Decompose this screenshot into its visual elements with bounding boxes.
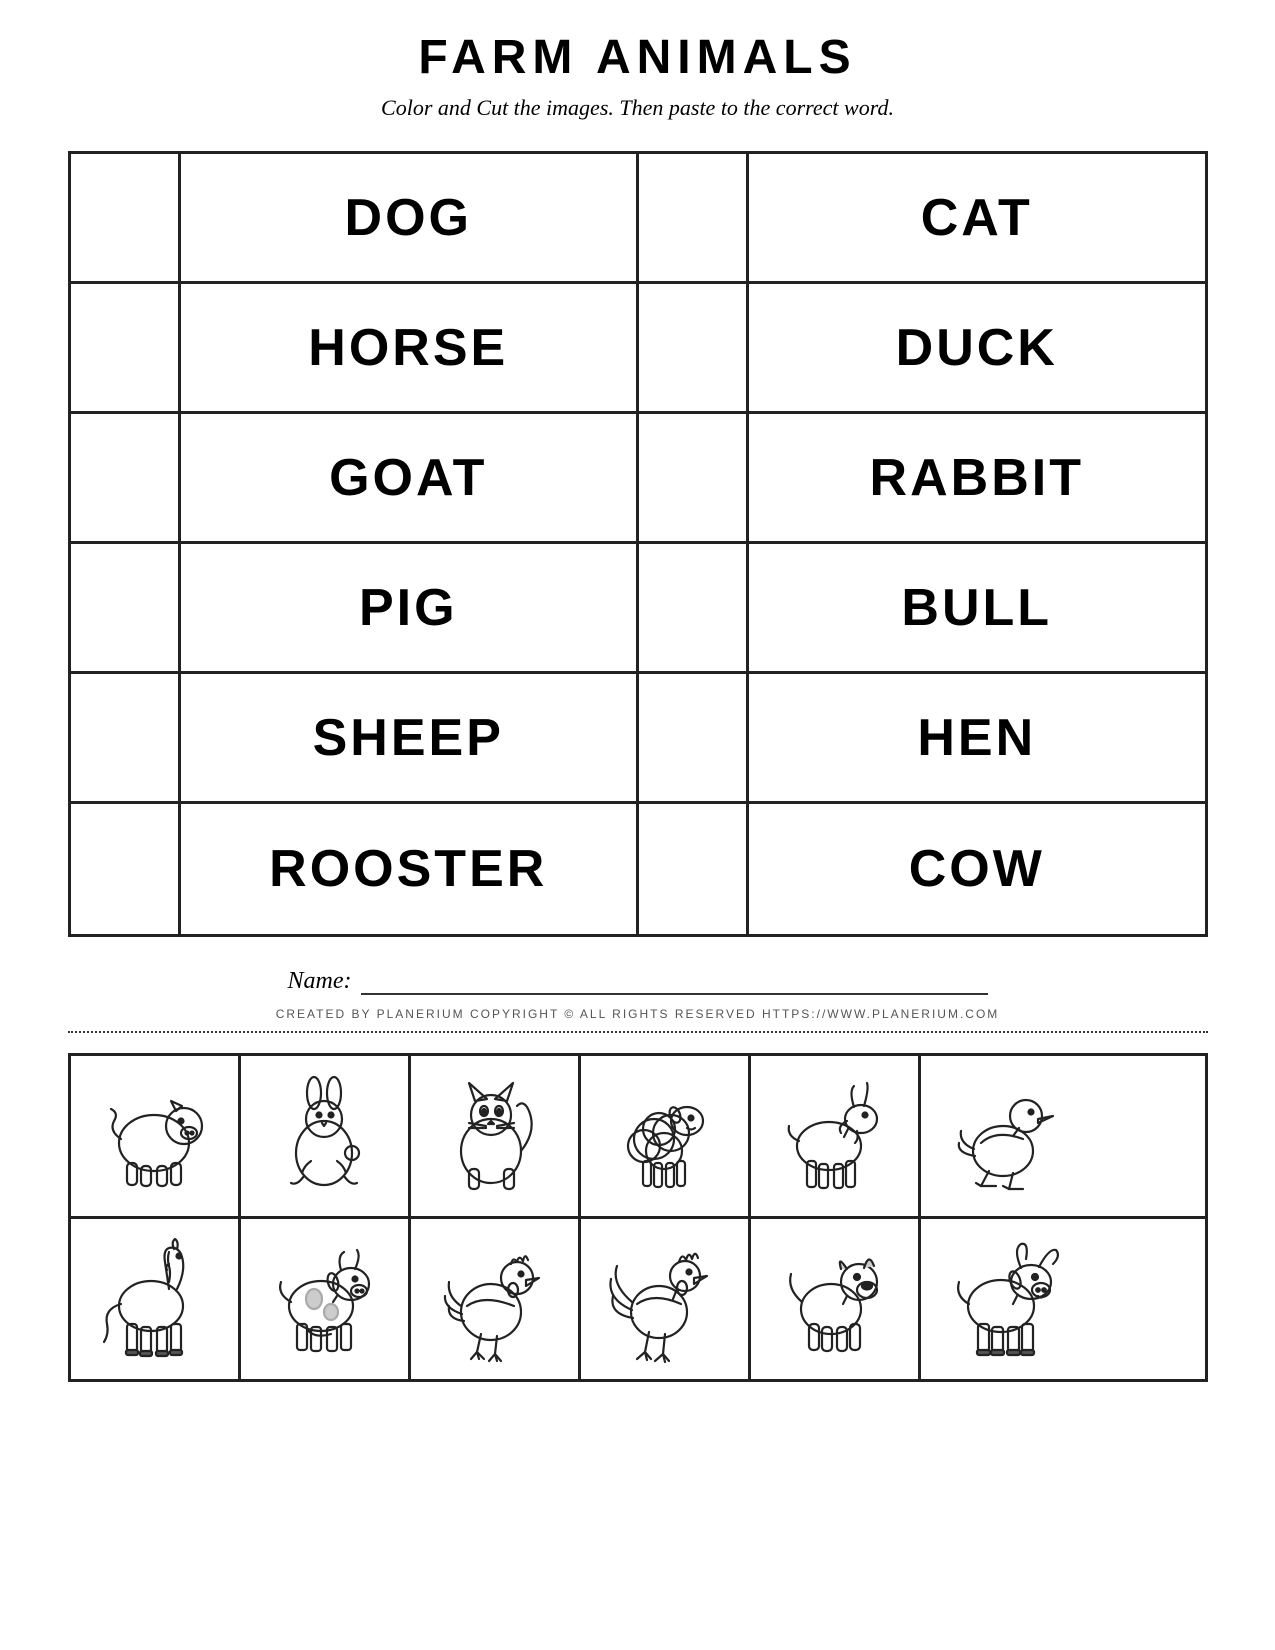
paste-box-hen xyxy=(639,674,749,801)
paste-box-rabbit xyxy=(639,414,749,541)
paste-box-goat xyxy=(71,414,181,541)
word-box-bull: BULL xyxy=(749,544,1205,671)
word-grid: DOG HORSE GOAT PIG SHEEP xyxy=(68,151,1208,937)
word-cat: CAT xyxy=(921,188,1033,248)
paste-box-dog xyxy=(71,154,181,281)
animal-rooster xyxy=(581,1219,751,1379)
paste-box-rooster xyxy=(71,804,181,934)
page-title: FARM ANIMALS xyxy=(418,30,856,85)
animal-sheep xyxy=(581,1056,751,1216)
animal-dog xyxy=(751,1219,921,1379)
word-box-duck: DUCK xyxy=(749,284,1205,411)
word-box-rabbit: RABBIT xyxy=(749,414,1205,541)
table-row: PIG xyxy=(71,544,637,674)
word-box-hen: HEN xyxy=(749,674,1205,801)
name-label: Name: xyxy=(288,968,352,995)
word-goat: GOAT xyxy=(329,448,487,508)
word-cow: COW xyxy=(909,839,1045,899)
animal-cow xyxy=(241,1219,411,1379)
word-sheep: SHEEP xyxy=(313,708,504,768)
animal-hen xyxy=(411,1219,581,1379)
animals-row-1 xyxy=(68,1053,1208,1219)
animal-horse xyxy=(71,1219,241,1379)
table-row: GOAT xyxy=(71,414,637,544)
word-rooster: ROOSTER xyxy=(269,839,547,899)
divider xyxy=(68,1031,1208,1033)
left-column: DOG HORSE GOAT PIG SHEEP xyxy=(71,154,640,934)
word-pig: PIG xyxy=(359,578,458,638)
animal-duck xyxy=(921,1056,1091,1216)
word-box-goat: GOAT xyxy=(181,414,637,541)
word-box-sheep: SHEEP xyxy=(181,674,637,801)
copyright-text: CREATED BY PLANERIUM COPYRIGHT © ALL RIG… xyxy=(276,1007,1000,1021)
word-dog: DOG xyxy=(345,188,472,248)
word-horse: HORSE xyxy=(308,318,508,378)
word-rabbit: RABBIT xyxy=(870,448,1084,508)
table-row: ROOSTER xyxy=(71,804,637,934)
paste-box-duck xyxy=(639,284,749,411)
word-box-dog: DOG xyxy=(181,154,637,281)
table-row: CAT xyxy=(639,154,1205,284)
animal-rabbit xyxy=(241,1056,411,1216)
word-box-cat: CAT xyxy=(749,154,1205,281)
paste-box-cat xyxy=(639,154,749,281)
table-row: HEN xyxy=(639,674,1205,804)
table-row: BULL xyxy=(639,544,1205,674)
table-row: SHEEP xyxy=(71,674,637,804)
animals-section xyxy=(68,1053,1208,1379)
paste-box-sheep xyxy=(71,674,181,801)
word-hen: HEN xyxy=(917,708,1036,768)
name-underline xyxy=(361,967,987,995)
animal-cat xyxy=(411,1056,581,1216)
paste-box-horse xyxy=(71,284,181,411)
paste-box-bull xyxy=(639,544,749,671)
right-column: CAT DUCK RABBIT BULL HEN xyxy=(639,154,1205,934)
table-row: COW xyxy=(639,804,1205,934)
animals-row-2 xyxy=(68,1216,1208,1382)
table-row: RABBIT xyxy=(639,414,1205,544)
subtitle: Color and Cut the images. Then paste to … xyxy=(381,95,894,121)
animal-pig xyxy=(71,1056,241,1216)
word-box-horse: HORSE xyxy=(181,284,637,411)
table-row: HORSE xyxy=(71,284,637,414)
word-box-cow: COW xyxy=(749,804,1205,934)
paste-box-pig xyxy=(71,544,181,671)
word-box-pig: PIG xyxy=(181,544,637,671)
table-row: DOG xyxy=(71,154,637,284)
animal-goat xyxy=(751,1056,921,1216)
word-bull: BULL xyxy=(901,578,1052,638)
table-row: DUCK xyxy=(639,284,1205,414)
word-box-rooster: ROOSTER xyxy=(181,804,637,934)
paste-box-cow xyxy=(639,804,749,934)
animal-bull xyxy=(921,1219,1091,1379)
word-duck: DUCK xyxy=(896,318,1058,378)
name-field-row: Name: xyxy=(288,967,988,995)
